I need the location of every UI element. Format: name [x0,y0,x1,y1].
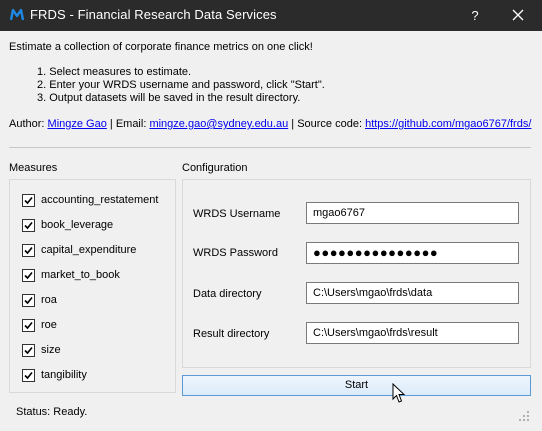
measure-tangibility[interactable]: tangibility [22,367,87,383]
measure-roe[interactable]: roe [22,317,57,333]
result-directory-label: Result directory [193,328,270,340]
resize-grip-icon[interactable] [517,409,531,423]
username-input[interactable]: mgao6767 [306,202,519,224]
measure-market-to-book[interactable]: market_to_book [22,267,120,283]
checkbox-checked-icon[interactable] [22,343,35,357]
instruction-steps: 1. Select measures to estimate. 2. Enter… [37,66,325,105]
checkbox-checked-icon[interactable] [22,243,35,257]
measure-label: capital_expenditure [41,244,137,256]
step-3: 3. Output datasets will be saved in the … [37,92,301,104]
help-button[interactable]: ? [463,0,487,31]
measure-label: market_to_book [41,269,120,281]
source-prefix: | Source code: [288,118,366,130]
password-input[interactable]: ●●●●●●●●●●●●●●● [306,242,519,264]
email-link[interactable]: mingze.gao@sydney.edu.au [149,118,288,130]
source-code-link[interactable]: https://github.com/mgao6767/frds/ [365,118,531,130]
checkbox-checked-icon[interactable] [22,193,35,207]
checkbox-checked-icon[interactable] [22,293,35,307]
measure-label: roa [41,294,57,306]
measure-label: size [41,344,61,356]
checkbox-checked-icon[interactable] [22,268,35,282]
mouse-cursor-icon [392,383,406,403]
checkbox-checked-icon[interactable] [22,368,35,382]
measure-label: tangibility [41,369,87,381]
author-link[interactable]: Mingze Gao [48,118,107,130]
divider [9,147,531,148]
measure-roa[interactable]: roa [22,292,57,308]
title-bar: FRDS - Financial Research Data Services … [0,0,542,31]
close-button[interactable] [505,0,533,31]
status-text: Status: Ready. [16,406,88,418]
configuration-label: Configuration [182,162,248,174]
measure-label: accounting_restatement [41,194,159,206]
close-icon [512,9,524,21]
intro-text: Estimate a collection of corporate finan… [9,41,313,53]
window-title: FRDS - Financial Research Data Services [30,7,277,22]
measure-book-leverage[interactable]: book_leverage [22,217,113,233]
password-label: WRDS Password [193,247,278,259]
step-1: 1. Select measures to estimate. [37,66,192,78]
measure-label: roe [41,319,57,331]
data-directory-label: Data directory [193,288,262,300]
data-directory-input[interactable]: C:\Users\mgao\frds\data [306,282,519,304]
app-logo-icon [10,8,24,21]
result-directory-input[interactable]: C:\Users\mgao\frds\result [306,322,519,344]
measure-capital-expenditure[interactable]: capital_expenditure [22,242,136,258]
email-prefix: | Email: [106,118,150,130]
author-prefix: Author: [9,118,48,130]
measure-accounting-restatement[interactable]: accounting_restatement [22,192,158,208]
checkbox-checked-icon[interactable] [22,218,35,232]
measures-label: Measures [9,162,58,174]
step-2: 2. Enter your WRDS username and password… [37,79,325,91]
author-line: Author: Mingze Gao | Email: mingze.gao@s… [9,118,531,130]
username-label: WRDS Username [193,208,281,220]
measure-size[interactable]: size [22,342,61,358]
checkbox-checked-icon[interactable] [22,318,35,332]
measures-group [9,179,176,393]
start-button[interactable]: Start [182,375,531,396]
measure-label: book_leverage [41,219,114,231]
